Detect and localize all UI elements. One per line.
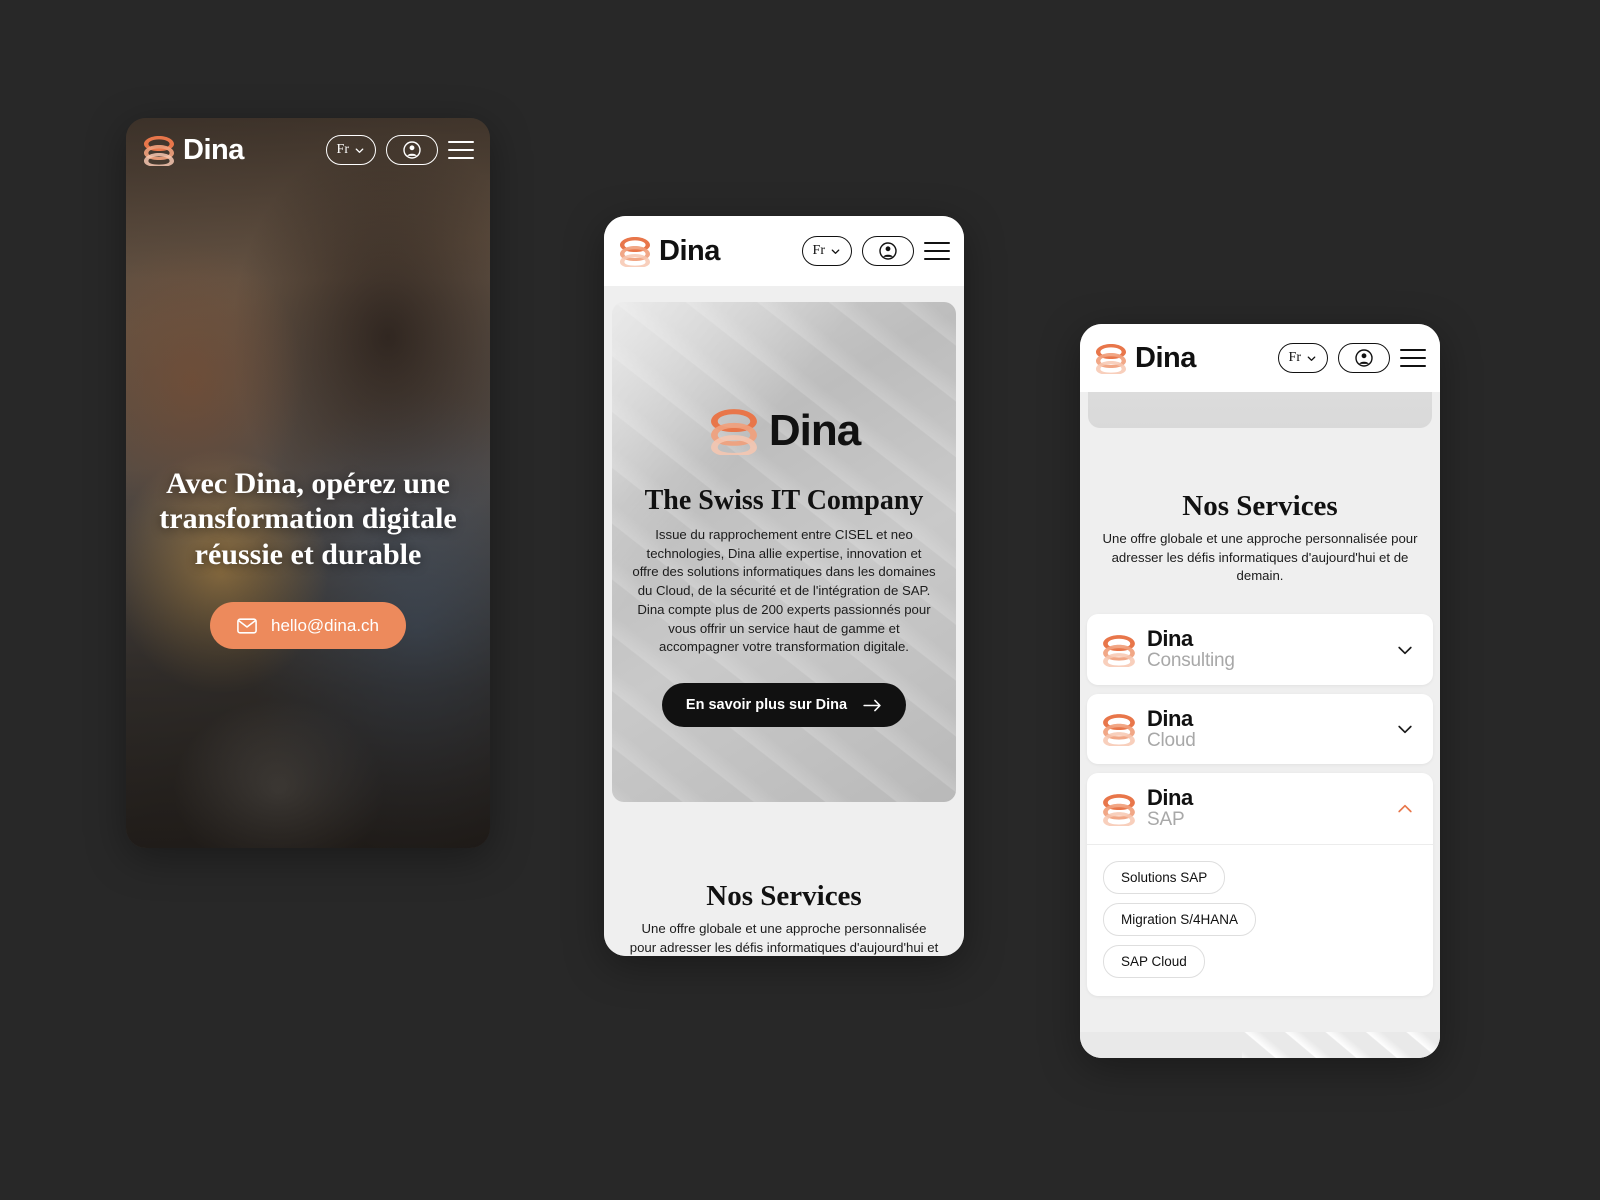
chevron-down-icon: [355, 147, 364, 153]
service-tag[interactable]: Migration S/4HANA: [1103, 903, 1257, 937]
hamburger-line: [1400, 349, 1426, 352]
learn-more-label: En savoir plus sur Dina: [685, 697, 848, 714]
phone-mockup-about: Dina Fr Dina The Swiss IT Company Issue …: [604, 216, 964, 956]
services-section-header: Nos Services Une offre globale et une ap…: [604, 802, 964, 956]
screenshot-canvas: Dina Fr Avec Dina, opérez une transforma…: [0, 0, 1600, 1200]
accordion-subtitle: Consulting: [1147, 650, 1235, 672]
page-scroll-area[interactable]: Nos Services Une offre globale et une ap…: [1080, 392, 1440, 1058]
service-tag[interactable]: Solutions SAP: [1103, 861, 1226, 895]
chevron-down-icon: [831, 248, 840, 254]
accordion-title: Dina: [1147, 785, 1193, 811]
arrow-right-icon: [863, 699, 881, 711]
dina-layers-logo-icon: [1103, 793, 1135, 826]
accordion-labels: Dina Cloud: [1147, 705, 1196, 751]
language-selector[interactable]: Fr: [801, 236, 852, 266]
language-selector[interactable]: Fr: [325, 135, 376, 165]
navbar: Dina Fr: [126, 118, 490, 182]
page-scroll-area[interactable]: Dina The Swiss IT Company Issue du rappr…: [604, 286, 964, 956]
hamburger-line: [448, 148, 474, 152]
hamburger-line: [1400, 356, 1426, 360]
about-hero-logo: Dina: [628, 302, 940, 455]
about-title: The Swiss IT Company: [644, 485, 924, 516]
hero-email-cta-button[interactable]: hello@dina.ch: [210, 602, 406, 650]
services-title: Nos Services: [1182, 490, 1338, 522]
about-hero-wordmark: Dina: [768, 405, 861, 455]
language-label: Fr: [812, 243, 825, 258]
dina-layers-logo-icon: [620, 237, 650, 267]
accordion-title: Dina: [1147, 626, 1193, 652]
language-selector[interactable]: Fr: [1277, 343, 1328, 373]
service-tag[interactable]: SAP Cloud: [1103, 945, 1205, 979]
hamburger-menu-button[interactable]: [1400, 349, 1426, 367]
chevron-down-icon: [1307, 355, 1316, 361]
chevron-down-icon[interactable]: [1395, 640, 1415, 660]
hero-headline: Avec Dina, opérez une transformation dig…: [159, 467, 457, 571]
dina-layers-logo-icon: [1103, 714, 1135, 747]
language-label: Fr: [336, 142, 349, 157]
dina-layers-logo-icon: [144, 136, 174, 166]
brand-logo[interactable]: Dina: [142, 134, 244, 166]
hamburger-line: [1400, 364, 1426, 367]
brand-wordmark: Dina: [1135, 341, 1196, 374]
hamburger-line: [448, 156, 474, 159]
about-hero-card: Dina The Swiss IT Company Issue du rappr…: [612, 302, 956, 802]
navbar-actions: Fr: [1277, 343, 1426, 373]
hamburger-line: [448, 141, 474, 144]
hamburger-line: [924, 257, 950, 260]
accordion-header[interactable]: Dina SAP: [1087, 773, 1433, 844]
phone-mockup-services: Dina Fr Nos Services Une offre globale e…: [1080, 324, 1440, 1058]
previous-card-edge: [1088, 392, 1432, 428]
phone-mockup-hero: Dina Fr Avec Dina, opérez une transforma…: [126, 118, 490, 848]
accordion-header[interactable]: Dina Cloud: [1087, 694, 1433, 765]
hamburger-line: [924, 242, 950, 245]
dina-layers-logo-icon: [1103, 634, 1135, 667]
footer-decorative-strip: [1080, 1032, 1440, 1058]
account-button[interactable]: [1338, 343, 1390, 373]
about-body-text: Issue du rapprochement entre CISEL et ne…: [632, 527, 936, 655]
mail-icon: [237, 618, 257, 634]
brand-wordmark: Dina: [659, 234, 720, 267]
hero-email-cta-label: hello@dina.ch: [271, 615, 379, 635]
accordion-item-sap: Dina SAP Solutions SAP Migration S/4HANA…: [1087, 773, 1433, 997]
accordion-subtitle: SAP: [1147, 809, 1185, 831]
dina-layers-logo-icon: [1096, 344, 1126, 374]
services-subtitle: Une offre globale et une approche person…: [629, 921, 939, 955]
accordion-item-cloud: Dina Cloud: [1087, 693, 1433, 765]
account-circle-icon: [1355, 349, 1373, 367]
hero-copy-block: Avec Dina, opérez une transformation dig…: [126, 466, 490, 650]
services-title: Nos Services: [706, 880, 862, 912]
account-button[interactable]: [862, 236, 914, 266]
hamburger-line: [924, 249, 950, 253]
navbar: Dina Fr: [1080, 324, 1440, 392]
accordion-panel-sap: Solutions SAP Migration S/4HANA SAP Clou…: [1087, 844, 1433, 996]
brand-wordmark: Dina: [183, 133, 244, 166]
hamburger-menu-button[interactable]: [924, 242, 950, 260]
navbar-actions: Fr: [325, 135, 474, 165]
services-accordion: Dina Consulting Dina Cloud Dina SAP Solu…: [1080, 614, 1440, 997]
account-circle-icon: [403, 141, 421, 159]
accordion-header[interactable]: Dina Consulting: [1087, 614, 1433, 685]
accordion-subtitle: Cloud: [1147, 729, 1196, 751]
hamburger-menu-button[interactable]: [448, 141, 474, 159]
accordion-item-consulting: Dina Consulting: [1087, 614, 1433, 685]
brand-logo[interactable]: Dina: [1094, 342, 1196, 374]
account-button[interactable]: [386, 135, 438, 165]
accordion-title: Dina: [1147, 705, 1193, 731]
accordion-labels: Dina SAP: [1147, 787, 1193, 830]
navbar: Dina Fr: [604, 216, 964, 286]
accordion-labels: Dina Consulting: [1147, 626, 1235, 672]
learn-more-button[interactable]: En savoir plus sur Dina: [661, 683, 907, 728]
services-section-header: Nos Services Une offre globale et une ap…: [1080, 428, 1440, 586]
navbar-actions: Fr: [801, 236, 950, 266]
services-subtitle: Une offre globale et une approche person…: [1102, 531, 1418, 584]
account-circle-icon: [879, 242, 897, 260]
dina-layers-logo-icon: [710, 409, 757, 455]
chevron-up-icon[interactable]: [1395, 799, 1415, 819]
language-label: Fr: [1288, 350, 1301, 365]
brand-logo[interactable]: Dina: [618, 235, 720, 267]
chevron-down-icon[interactable]: [1395, 719, 1415, 739]
